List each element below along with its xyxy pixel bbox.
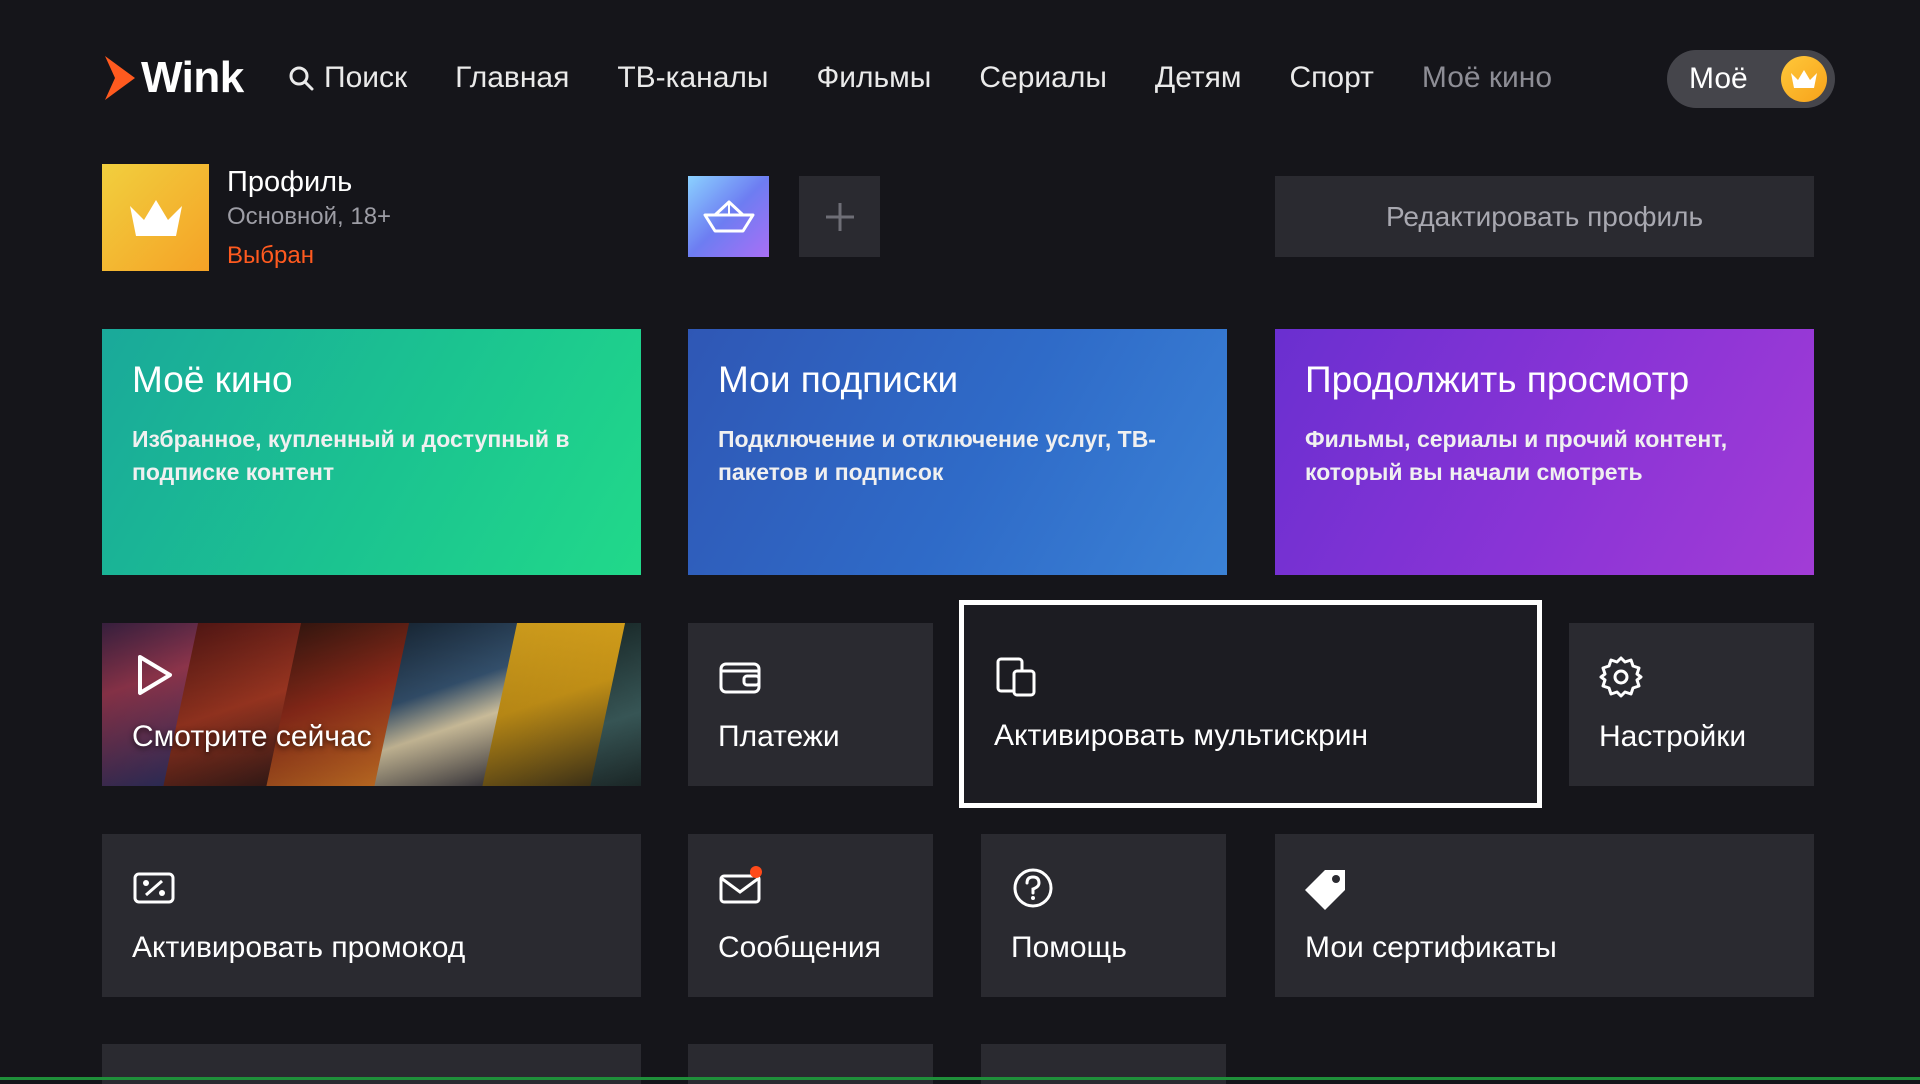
nav-item-tv-channels[interactable]: ТВ-каналы bbox=[617, 61, 768, 95]
card-description: Фильмы, сериалы и прочий контент, которы… bbox=[1305, 426, 1728, 485]
nav-item-my-movies[interactable]: Моё кино bbox=[1422, 61, 1552, 95]
profile-avatar[interactable] bbox=[102, 164, 209, 271]
plus-icon bbox=[825, 202, 854, 231]
nav-search-label: Поиск bbox=[324, 61, 408, 94]
messages-tile[interactable]: Сообщения bbox=[688, 834, 933, 997]
envelope-icon bbox=[719, 866, 762, 904]
add-profile-button[interactable] bbox=[799, 176, 880, 257]
tile-label: Активировать промокод bbox=[132, 931, 466, 964]
my-movies-card[interactable]: Моё кино Избранное, купленный и доступны… bbox=[102, 329, 641, 575]
watch-now-tile[interactable]: Смотрите сейчас bbox=[102, 623, 641, 786]
profile-avatar-alt[interactable] bbox=[688, 176, 769, 257]
activate-promo-tile[interactable]: Активировать промокод bbox=[102, 834, 641, 997]
activate-multiscreen-tile[interactable]: Активировать мультискрин bbox=[959, 600, 1542, 808]
question-icon bbox=[1013, 868, 1053, 908]
play-icon bbox=[138, 655, 172, 695]
profile-subtitle: Основной, 18+ bbox=[227, 203, 392, 230]
poster-overlay bbox=[102, 623, 641, 786]
gear-icon bbox=[1599, 656, 1643, 698]
card-title: Моё кино bbox=[132, 359, 293, 400]
nav-item-movies[interactable]: Фильмы bbox=[816, 61, 931, 95]
card-title: Мои подписки bbox=[718, 359, 959, 400]
nav-item-sport[interactable]: Спорт bbox=[1290, 61, 1374, 95]
tag-icon bbox=[1305, 870, 1345, 910]
wallet-icon bbox=[719, 662, 761, 694]
card-title: Продолжить просмотр bbox=[1305, 359, 1690, 400]
tile-label: Активировать мультискрин bbox=[994, 719, 1369, 752]
help-tile[interactable]: Помощь bbox=[981, 834, 1226, 997]
nav-search[interactable]: Поиск bbox=[288, 61, 407, 95]
notification-dot bbox=[750, 866, 762, 878]
payments-tile[interactable]: Платежи bbox=[688, 623, 933, 786]
settings-tile[interactable]: Настройки bbox=[1569, 623, 1814, 786]
nav-item-series[interactable]: Сериалы bbox=[979, 61, 1107, 95]
tile-label: Сообщения bbox=[718, 931, 881, 964]
crown-icon bbox=[1781, 56, 1827, 102]
nav-item-kids[interactable]: Детям bbox=[1155, 61, 1242, 95]
profile-name: Профиль bbox=[227, 166, 353, 198]
tile-label: Помощь bbox=[1011, 931, 1127, 964]
wink-logo-icon bbox=[105, 56, 135, 100]
promo-ticket-icon bbox=[133, 872, 175, 904]
logo-text: Wink bbox=[141, 53, 244, 102]
profile-status: Выбран bbox=[227, 242, 314, 269]
my-subscriptions-card[interactable]: Мои подписки Подключение и отключение ус… bbox=[688, 329, 1227, 575]
card-description: Подключение и отключение услуг, ТВ-пакет… bbox=[718, 426, 1156, 485]
my-certificates-tile[interactable]: Мои сертификаты bbox=[1275, 834, 1814, 997]
devices-icon bbox=[996, 657, 1036, 697]
edit-profile-button[interactable]: Редактировать профиль bbox=[1275, 176, 1814, 257]
tile-label: Мои сертификаты bbox=[1305, 931, 1557, 964]
crown-icon bbox=[129, 199, 182, 236]
top-navigation: Wink Поиск Главная ТВ-каналы Фильмы Сери… bbox=[0, 0, 1920, 155]
tile-label: Настройки bbox=[1599, 720, 1747, 753]
nav-item-main[interactable]: Главная bbox=[455, 61, 569, 95]
continue-watching-card[interactable]: Продолжить просмотр Фильмы, сериалы и пр… bbox=[1275, 329, 1814, 575]
tile-label: Смотрите сейчас bbox=[132, 720, 372, 753]
card-description: Избранное, купленный и доступный в подпи… bbox=[132, 426, 570, 485]
moe-label: Моё bbox=[1689, 62, 1748, 95]
wink-logo[interactable]: Wink bbox=[101, 53, 244, 102]
moe-profile-button[interactable]: Моё bbox=[1667, 50, 1835, 108]
search-icon bbox=[289, 66, 314, 91]
main-nav: Поиск Главная ТВ-каналы Фильмы Сериалы Д… bbox=[288, 54, 1600, 102]
paper-boat-icon bbox=[703, 200, 754, 232]
tile-label: Платежи bbox=[718, 720, 840, 753]
